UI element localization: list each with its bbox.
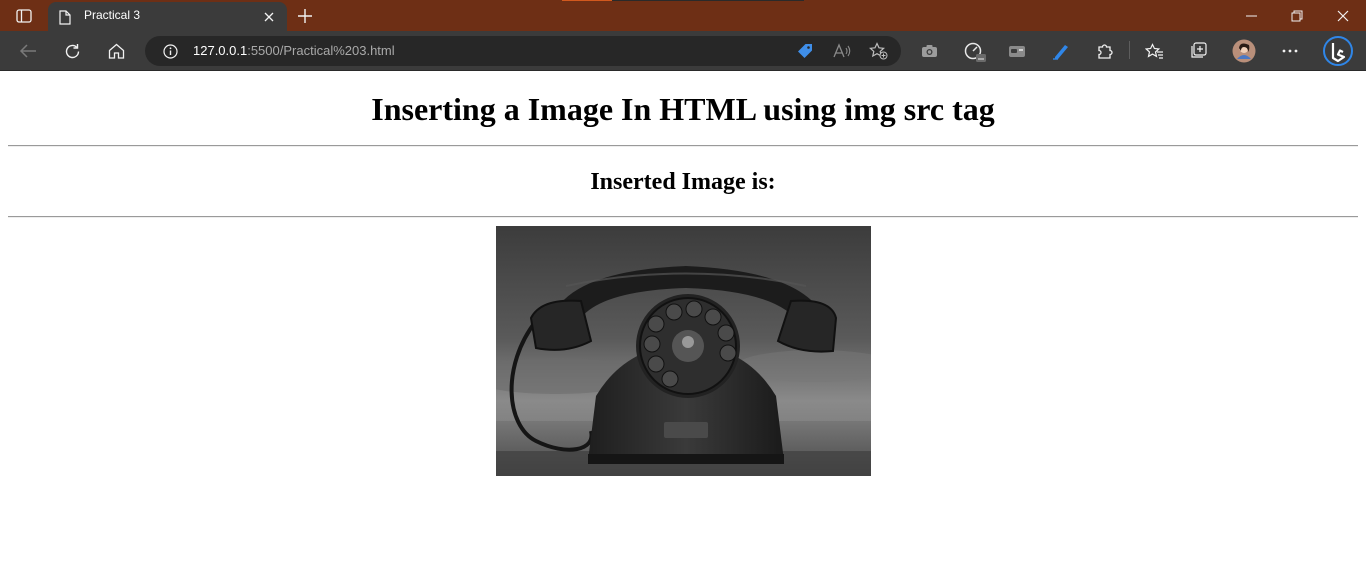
collections-icon[interactable] (1187, 41, 1209, 61)
minimize-icon[interactable] (1240, 6, 1262, 26)
add-favorite-icon[interactable] (867, 42, 889, 60)
window-close-icon[interactable] (1332, 6, 1354, 26)
titlebar-accent-dark (612, 0, 804, 1)
tab-practical-3[interactable]: Practical 3 (48, 2, 287, 31)
site-info-icon[interactable] (162, 43, 178, 59)
pen-draw-icon[interactable] (1050, 41, 1072, 61)
home-icon[interactable] (105, 41, 127, 61)
telephone-photo (496, 226, 871, 476)
refresh-icon[interactable] (61, 41, 83, 61)
more-options-icon[interactable] (1279, 41, 1301, 61)
back-arrow-icon[interactable] (17, 41, 39, 61)
bing-chat-icon[interactable] (1322, 35, 1354, 67)
tab-actions-icon[interactable] (12, 7, 36, 25)
close-icon[interactable] (261, 9, 277, 25)
browser-toolbar: 127.0.0.1:5500/Practical%203.html (0, 31, 1366, 71)
toolbar-separator (1129, 41, 1130, 59)
screenshot-camera-icon[interactable] (918, 41, 940, 61)
plus-icon[interactable] (294, 5, 316, 27)
shopping-tag-icon[interactable] (795, 42, 815, 60)
extensions-puzzle-icon[interactable] (1094, 41, 1116, 61)
address-bar[interactable]: 127.0.0.1:5500/Practical%203.html (145, 36, 901, 66)
title-bar: Practical 3 (0, 0, 1366, 31)
url-path: :5500/Practical%203.html (247, 43, 395, 58)
horizontal-rule (8, 145, 1358, 147)
tab-title: Practical 3 (84, 8, 141, 22)
restore-icon[interactable] (1286, 6, 1308, 26)
titlebar-accent (562, 0, 612, 1)
page-subheading: Inserted Image is: (590, 169, 776, 195)
horizontal-rule (8, 216, 1358, 218)
wallet-card-icon[interactable] (1006, 41, 1028, 61)
performance-gauge-icon[interactable] (962, 40, 988, 64)
page-heading: Inserting a Image In HTML using img src … (371, 91, 995, 127)
web-page: Inserting a Image In HTML using img src … (0, 71, 1366, 570)
favorites-star-icon[interactable] (1143, 41, 1165, 61)
read-aloud-icon[interactable] (831, 42, 853, 60)
url-text[interactable]: 127.0.0.1:5500/Practical%203.html (193, 43, 395, 58)
url-host: 127.0.0.1 (193, 43, 248, 58)
avatar[interactable] (1231, 38, 1257, 64)
page-document-icon (58, 9, 72, 25)
